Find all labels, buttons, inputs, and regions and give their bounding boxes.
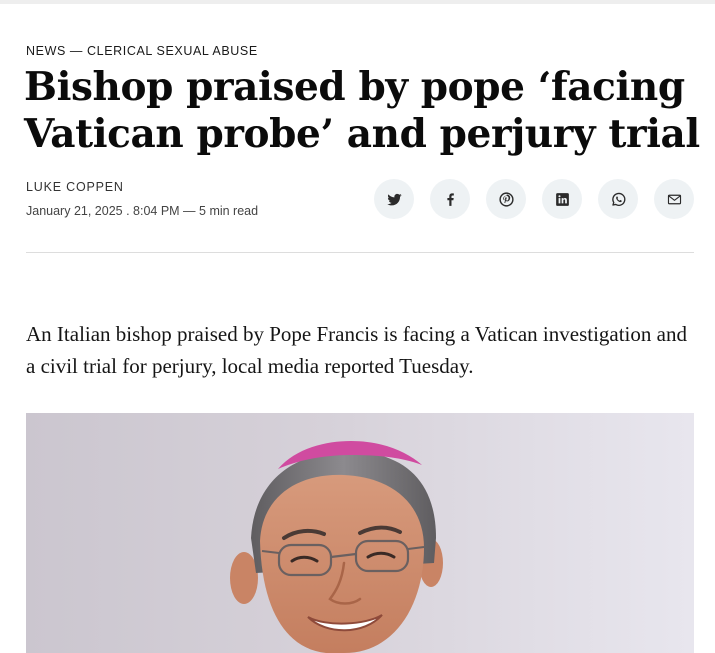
- share-facebook-button[interactable]: [430, 179, 470, 219]
- header-divider: [26, 252, 694, 253]
- author-link[interactable]: LUKE COPPEN: [26, 180, 124, 194]
- share-whatsapp-button[interactable]: [598, 179, 638, 219]
- article-hero-image: [26, 413, 694, 653]
- twitter-icon: [386, 193, 402, 205]
- pinterest-icon: [498, 191, 514, 207]
- share-twitter-button[interactable]: [374, 179, 414, 219]
- kicker-separator: —: [69, 44, 84, 58]
- category-link[interactable]: CLERICAL SEXUAL ABUSE: [87, 44, 258, 58]
- facebook-icon: [446, 192, 454, 206]
- section-link[interactable]: NEWS: [26, 44, 66, 58]
- article-meta: January 21, 2025 . 8:04 PM — 5 min read: [26, 204, 259, 218]
- whatsapp-icon: [611, 192, 625, 206]
- linkedin-icon: [555, 192, 569, 206]
- top-bar-rule: [0, 0, 715, 4]
- headline-line-2: Vatican probe’ and perjury trial: [24, 111, 700, 157]
- share-bar: [374, 179, 694, 219]
- headline-line-1: Bishop praised by pope ‘facing: [24, 64, 685, 110]
- article-lede: An Italian bishop praised by Pope Franci…: [26, 322, 687, 378]
- share-pinterest-button[interactable]: [486, 179, 526, 219]
- email-icon: [667, 194, 681, 204]
- bishop-portrait: [230, 441, 443, 653]
- article-headline: Bishop praised by pope ‘facing Vatican p…: [24, 64, 704, 158]
- share-email-button[interactable]: [654, 179, 694, 219]
- article-kicker: NEWS — CLERICAL SEXUAL ABUSE: [26, 44, 258, 58]
- share-linkedin-button[interactable]: [542, 179, 582, 219]
